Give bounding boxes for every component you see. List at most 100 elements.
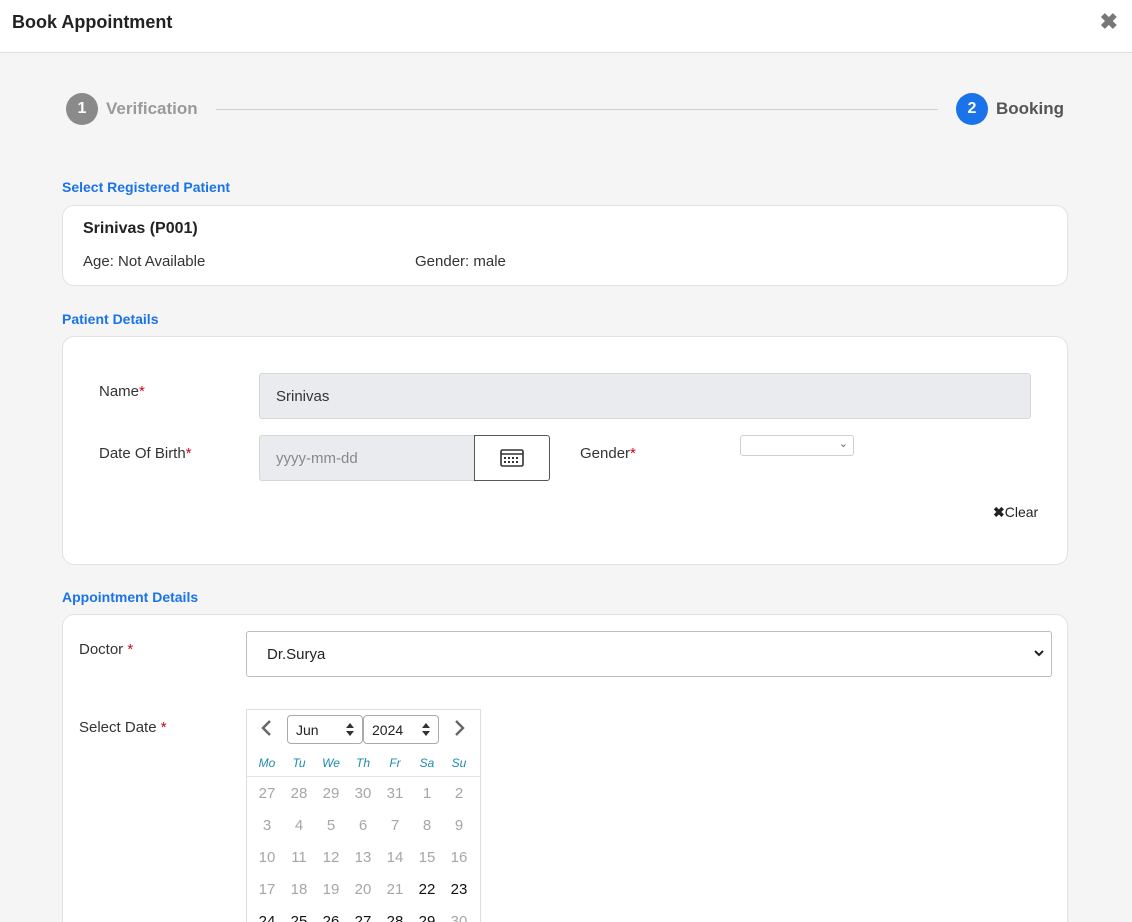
calendar-day: 28 xyxy=(290,785,308,802)
calendar-day: 4 xyxy=(294,817,304,834)
doctor-label: Doctor * xyxy=(79,641,133,658)
section-title-appointment-details: Appointment Details xyxy=(62,589,199,605)
patient-gender: Gender: male xyxy=(415,253,506,270)
section-title-registered-patient: Select Registered Patient xyxy=(62,179,231,195)
calendar-day: 9 xyxy=(454,817,464,834)
calendar-day: 21 xyxy=(386,881,404,898)
calendar-day: 17 xyxy=(258,881,276,898)
required-mark: * xyxy=(127,641,134,658)
step-label-verification: Verification xyxy=(106,99,198,118)
appointment-details-card: Doctor * Dr.Surya Select Date * Jun 2024… xyxy=(62,614,1068,922)
date-picker-header: Jun 2024 xyxy=(247,710,480,750)
calendar-day[interactable]: 23 xyxy=(443,874,475,906)
calendar-day: 2 xyxy=(454,785,464,802)
weekday-label: Mo xyxy=(258,756,276,770)
doctor-label-text: Doctor xyxy=(79,641,124,658)
step-label-booking: Booking xyxy=(996,99,1064,118)
weekday-label: Th xyxy=(355,756,370,770)
weekday-header: Mo Tu We Th Fr Sa Su xyxy=(247,750,480,777)
calendar-day[interactable]: 29 xyxy=(411,906,443,922)
step-verification[interactable]: 1 Verification xyxy=(66,93,198,125)
required-mark: * xyxy=(630,445,636,462)
calendar-day: 15 xyxy=(418,849,436,866)
calendar-day: 16 xyxy=(450,849,468,866)
calendar-day: 6 xyxy=(358,817,368,834)
calendar-day: 7 xyxy=(390,817,400,834)
modal-header: Book Appointment ✖ xyxy=(0,0,1132,53)
calendar-day: 29 xyxy=(322,785,340,802)
calendar-day[interactable]: 22 xyxy=(411,874,443,906)
calendar-day[interactable]: 28 xyxy=(379,906,411,922)
clear-label: Clear xyxy=(1004,504,1039,520)
close-icon[interactable]: ✖ xyxy=(1100,10,1118,34)
weekday-label: Tu xyxy=(292,756,306,770)
day-grid: 27 28 29 30 31 1 2 3 4 5 6 7 8 9 10 11 12 13 14 15 16 17 18 19 2… xyxy=(251,778,481,922)
step-booking[interactable]: 2 Booking xyxy=(956,93,1064,125)
required-mark: * xyxy=(185,445,192,462)
calendar-day: 30 xyxy=(450,913,468,922)
year-select[interactable]: 2024 xyxy=(363,715,439,744)
calendar-day: 10 xyxy=(258,849,276,866)
gender-label: Gender* xyxy=(580,445,636,462)
stepper: 1 Verification 2 Booking xyxy=(66,93,1064,125)
doctor-select[interactable]: Dr.Surya xyxy=(246,631,1052,677)
patient-age: Age: Not Available xyxy=(83,253,206,270)
name-label-text: Name xyxy=(99,383,140,400)
patient-details-card: Name* Srinivas Date Of Birth* yyyy-mm-dd… xyxy=(62,336,1068,565)
calendar-day: 14 xyxy=(386,849,404,866)
calendar-icon xyxy=(500,449,524,467)
weekday-label: Su xyxy=(451,756,467,770)
calendar-day: 8 xyxy=(422,817,432,834)
calendar-day[interactable]: 24 xyxy=(251,906,283,922)
chevron-left-icon[interactable] xyxy=(259,718,273,742)
calendar-day: 1 xyxy=(422,785,432,802)
dob-label-text: Date Of Birth xyxy=(99,445,186,462)
date-picker: Jun 2024 Mo Tu We Th Fr Sa Su 27 28 29 30 31 1 2 3 4 5 6… xyxy=(246,709,481,922)
chevron-right-icon[interactable] xyxy=(453,718,467,742)
calendar-button[interactable] xyxy=(474,435,550,481)
calendar-day: 30 xyxy=(354,785,372,802)
calendar-week-row: 3 4 5 6 7 8 9 xyxy=(251,810,481,842)
name-label: Name* xyxy=(99,383,145,400)
step-number-1: 1 xyxy=(66,93,98,125)
calendar-day: 27 xyxy=(258,785,276,802)
weekday-label: Fr xyxy=(389,756,401,770)
weekday-label: Sa xyxy=(419,756,435,770)
section-title-patient-details: Patient Details xyxy=(62,311,159,327)
chevron-down-icon: ⌄ xyxy=(838,438,848,450)
calendar-day: 12 xyxy=(322,849,340,866)
year-select-value: 2024 xyxy=(372,721,404,738)
step-number-2: 2 xyxy=(956,93,988,125)
calendar-day[interactable]: 26 xyxy=(315,906,347,922)
select-date-label-text: Select Date xyxy=(79,719,157,736)
calendar-day[interactable]: 27 xyxy=(347,906,379,922)
calendar-week-row: 10 11 12 13 14 15 16 xyxy=(251,842,481,874)
registered-patient-card[interactable]: Srinivas (P001) Age: Not Available Gende… xyxy=(62,205,1068,286)
required-mark: * xyxy=(139,383,145,400)
name-input[interactable]: Srinivas xyxy=(259,373,1031,419)
calendar-day: 3 xyxy=(262,817,272,834)
dob-label: Date Of Birth* xyxy=(99,445,192,462)
chevron-down-icon xyxy=(1034,650,1044,657)
clear-button[interactable]: ✖Clear xyxy=(993,504,1038,521)
sort-arrows-icon xyxy=(346,723,354,737)
calendar-week-row: 17 18 19 20 21 22 23 xyxy=(251,874,481,906)
calendar-day: 31 xyxy=(386,785,404,802)
month-select[interactable]: Jun xyxy=(287,715,363,744)
dob-input[interactable]: yyyy-mm-dd xyxy=(259,435,475,481)
weekday-label: We xyxy=(322,756,340,770)
doctor-select-value: Dr.Surya xyxy=(267,645,326,663)
gender-label-text: Gender xyxy=(580,445,631,462)
required-mark: * xyxy=(160,719,167,736)
calendar-day: 5 xyxy=(326,817,336,834)
select-date-label: Select Date * xyxy=(79,719,167,736)
calendar-day: 13 xyxy=(354,849,372,866)
calendar-day: 19 xyxy=(322,881,340,898)
calendar-week-row: 24 25 26 27 28 29 30 xyxy=(251,906,481,922)
calendar-day: 20 xyxy=(354,881,372,898)
calendar-week-row: 27 28 29 30 31 1 2 xyxy=(251,778,481,810)
gender-select[interactable]: ⌄ xyxy=(740,435,854,456)
calendar-day[interactable]: 25 xyxy=(283,906,315,922)
sort-arrows-icon xyxy=(422,723,430,737)
modal-title: Book Appointment xyxy=(12,12,173,32)
